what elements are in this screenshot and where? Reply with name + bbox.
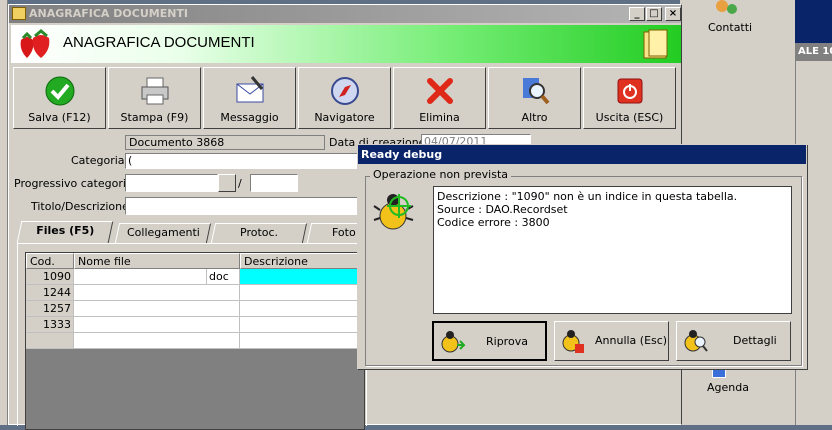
contacts-icon[interactable] xyxy=(708,0,744,18)
message-label: Messaggio xyxy=(220,111,279,124)
error-source: Source : DAO.Recordset xyxy=(437,203,568,216)
details-button[interactable]: Dettagli xyxy=(676,321,791,361)
magnifier-icon xyxy=(519,75,551,107)
tab-collegamenti[interactable]: Collegamenti xyxy=(114,223,212,243)
print-button[interactable]: Stampa (F9) xyxy=(108,67,201,129)
progressive-suffix-field[interactable] xyxy=(250,174,298,192)
compass-icon xyxy=(329,75,361,107)
toolbar: Salva (F12) Stampa (F9) Messaggio Naviga… xyxy=(13,67,677,129)
bug-target-icon xyxy=(373,190,417,234)
files-grid[interactable]: Cod. Nome file Descrizione 1090 doc 1244… xyxy=(25,252,366,430)
column-header-cod[interactable]: Cod. xyxy=(26,253,74,269)
error-message: Descrizione : "1090" non è un indice in … xyxy=(433,186,792,314)
minimize-button[interactable]: _ xyxy=(629,7,645,21)
agenda-label[interactable]: Agenda xyxy=(707,381,749,394)
printer-icon xyxy=(139,75,171,107)
column-header-descrizione[interactable]: Descrizione xyxy=(240,253,366,269)
folder-icon xyxy=(641,28,671,60)
document-id: Documento 3868 xyxy=(125,135,325,150)
navigator-button[interactable]: Navigatore xyxy=(298,67,391,129)
details-label: Dettagli xyxy=(733,334,777,347)
error-code: Codice errore : 3800 xyxy=(437,216,550,229)
error-description: Descrizione : "1090" non è un indice in … xyxy=(437,190,738,203)
maximize-button[interactable]: □ xyxy=(646,7,662,21)
x-icon xyxy=(424,75,456,107)
progressive-field[interactable] xyxy=(125,174,218,192)
bug-cancel-icon xyxy=(560,328,586,354)
dialog-title[interactable]: Ready debug xyxy=(358,145,806,164)
cancel-label: Annulla (Esc) xyxy=(595,334,668,347)
contacts-label[interactable]: Contatti xyxy=(708,21,752,34)
window-titlebar[interactable]: ANAGRAFICA DOCUMENTI xyxy=(9,5,681,23)
delete-label: Elimina xyxy=(419,111,460,124)
left-edge xyxy=(0,0,8,425)
retry-button[interactable]: Riprova xyxy=(432,321,547,361)
exit-button[interactable]: Uscita (ESC) xyxy=(583,67,676,129)
message-button[interactable]: Messaggio xyxy=(203,67,296,129)
check-icon xyxy=(44,75,76,107)
bug-retry-icon xyxy=(439,329,467,355)
tab-protoc[interactable]: Protoc. xyxy=(210,223,308,243)
column-header-nome-file[interactable]: Nome file xyxy=(74,253,240,269)
progressive-label: Progressivo categoria : xyxy=(14,177,140,190)
header-title: ANAGRAFICA DOCUMENTI xyxy=(63,34,255,51)
exit-label: Uscita (ESC) xyxy=(595,111,664,124)
envelope-icon xyxy=(234,75,266,107)
retry-label: Riprova xyxy=(486,335,528,348)
close-button[interactable]: × xyxy=(665,7,681,21)
bug-details-icon xyxy=(682,328,708,354)
save-label: Salva (F12) xyxy=(28,111,91,124)
tab-files[interactable]: Files (F5) xyxy=(16,221,114,243)
category-label: Categoria : xyxy=(71,154,132,167)
cancel-button[interactable]: Annulla (Esc) xyxy=(554,321,669,361)
strawberry-icon xyxy=(15,28,55,60)
category-field[interactable]: ( xyxy=(125,153,365,169)
window-app-icon xyxy=(12,7,26,20)
print-label: Stampa (F9) xyxy=(120,111,189,124)
background-window-title: ALE 10 xyxy=(795,43,832,61)
delete-button[interactable]: Elimina xyxy=(393,67,486,129)
dialog-group-label: Operazione non prevista xyxy=(370,168,512,181)
slash-label: / xyxy=(238,177,242,190)
progressive-picker-button[interactable] xyxy=(218,174,236,192)
title-field[interactable] xyxy=(125,197,365,215)
title-label: Titolo/Descrizione : xyxy=(31,200,137,213)
header-banner: ANAGRAFICA DOCUMENTI xyxy=(11,25,681,63)
navigator-label: Navigatore xyxy=(314,111,375,124)
power-icon xyxy=(614,75,646,107)
other-label: Altro xyxy=(521,111,548,124)
save-button[interactable]: Salva (F12) xyxy=(13,67,106,129)
debug-dialog: Ready debug Operazione non prevista Desc… xyxy=(357,144,807,369)
window-title: ANAGRAFICA DOCUMENTI xyxy=(29,7,189,20)
tab-strip: Files (F5) Collegamenti Protoc. Foto xyxy=(16,221,382,243)
other-button[interactable]: Altro xyxy=(488,67,581,129)
